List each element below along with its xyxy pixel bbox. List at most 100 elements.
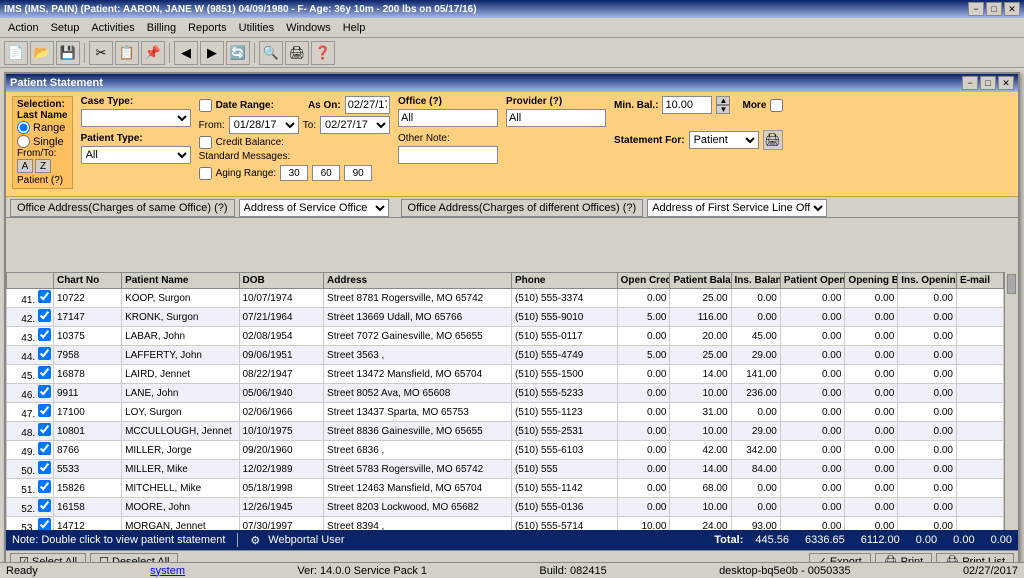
scrollbar[interactable]: [1004, 272, 1018, 530]
more-check[interactable]: [770, 99, 783, 112]
min-bal-up[interactable]: ▲: [716, 96, 730, 105]
other-note-input[interactable]: [398, 146, 498, 164]
table-row[interactable]: 43. 10375 LABAR, John 02/08/1954 Street …: [7, 327, 1004, 346]
office-same-tab[interactable]: Office Address(Charges of same Office) (…: [10, 199, 235, 217]
min-bal-down[interactable]: ▼: [716, 105, 730, 114]
row-checkbox[interactable]: [38, 518, 51, 530]
as-on-input[interactable]: [345, 96, 390, 114]
table-row[interactable]: 41. 10722 KOOP, Surgon 10/07/1974 Street…: [7, 289, 1004, 308]
radio-single-input[interactable]: [17, 135, 30, 148]
radio-range-input[interactable]: [17, 121, 30, 134]
tb-refresh[interactable]: 🔄: [226, 41, 250, 65]
total-open-credit: 445.56: [755, 534, 789, 546]
btn-a[interactable]: A: [17, 159, 33, 173]
tb-open[interactable]: 📂: [30, 41, 54, 65]
date-range-check[interactable]: [199, 99, 212, 112]
menu-help[interactable]: Help: [337, 20, 372, 36]
patient-type-select[interactable]: All: [81, 146, 191, 164]
tb-save[interactable]: 💾: [56, 41, 80, 65]
table-row[interactable]: 51. 15826 MITCHELL, Mike 05/18/1998 Stre…: [7, 479, 1004, 498]
menu-windows[interactable]: Windows: [280, 20, 337, 36]
scrollbar-thumb[interactable]: [1007, 274, 1016, 294]
ps-close-btn[interactable]: ✕: [998, 76, 1014, 90]
col-ins-bal: Ins. Balance: [731, 273, 780, 289]
provider-input[interactable]: [506, 109, 606, 127]
aging-range-check[interactable]: [199, 167, 212, 180]
row-checkbox[interactable]: [38, 404, 51, 417]
aging-30-input[interactable]: [280, 165, 308, 181]
ps-maximize-btn[interactable]: □: [980, 76, 996, 90]
btn-z[interactable]: Z: [35, 159, 51, 173]
from-date-select[interactable]: 01/28/17: [229, 116, 299, 134]
row-checkbox[interactable]: [38, 290, 51, 303]
row-checkbox[interactable]: [38, 423, 51, 436]
address-tabs-row: Office Address(Charges of same Office) (…: [6, 197, 1018, 218]
cell-ins-bal: 0.00: [731, 403, 780, 422]
row-checkbox[interactable]: [38, 385, 51, 398]
table-row[interactable]: 53. 14712 MORGAN, Jennet 07/30/1997 Stre…: [7, 517, 1004, 531]
tb-new[interactable]: 📄: [4, 41, 28, 65]
ps-minimize-btn[interactable]: −: [962, 76, 978, 90]
aging-60-input[interactable]: [312, 165, 340, 181]
table-row[interactable]: 52. 16158 MOORE, John 12/26/1945 Street …: [7, 498, 1004, 517]
row-checkbox[interactable]: [38, 347, 51, 360]
tb-fwd[interactable]: ▶: [200, 41, 224, 65]
tb-help[interactable]: ❓: [311, 41, 335, 65]
statement-for-btn[interactable]: 🖨: [763, 130, 783, 150]
row-checkbox[interactable]: [38, 480, 51, 493]
menu-setup[interactable]: Setup: [45, 20, 86, 36]
cell-ins-open: 0.00: [898, 517, 957, 531]
table-row[interactable]: 44. 7958 LAFFERTY, John 09/06/1951 Stree…: [7, 346, 1004, 365]
table-row[interactable]: 48. 10801 MCCULLOUGH, Jennet 10/10/1975 …: [7, 422, 1004, 441]
maximize-btn[interactable]: □: [986, 2, 1002, 16]
table-row[interactable]: 47. 17100 LOY, Surgon 02/06/1966 Street …: [7, 403, 1004, 422]
minimize-btn[interactable]: −: [968, 2, 984, 16]
credit-balance-check[interactable]: [199, 136, 212, 149]
table-row[interactable]: 45. 16878 LAIRD, Jennet 08/22/1947 Stree…: [7, 365, 1004, 384]
close-btn[interactable]: ✕: [1004, 2, 1020, 16]
office-diff-tab[interactable]: Office Address(Charges of different Offi…: [401, 199, 644, 217]
table-container[interactable]: Chart No Patient Name DOB Address Phone …: [6, 272, 1004, 530]
col-email: E-mail: [956, 273, 1003, 289]
to-date-select[interactable]: 02/27/17: [320, 116, 390, 134]
menu-activities[interactable]: Activities: [85, 20, 140, 36]
table-row[interactable]: 46. 9911 LANE, John 05/06/1940 Street 80…: [7, 384, 1004, 403]
tb-cut[interactable]: ✂: [89, 41, 113, 65]
table-row[interactable]: 42. 17147 KRONK, Surgon 07/21/1964 Stree…: [7, 308, 1004, 327]
min-bal-input[interactable]: [662, 96, 712, 114]
office-diff-select[interactable]: Address of First Service Line Office: [647, 199, 827, 217]
row-checkbox[interactable]: [38, 309, 51, 322]
case-type-select[interactable]: [81, 109, 191, 127]
radio-single[interactable]: Single: [17, 135, 68, 148]
tb-paste[interactable]: 📌: [141, 41, 165, 65]
menu-action[interactable]: Action: [2, 20, 45, 36]
row-checkbox[interactable]: [38, 442, 51, 455]
app-system: system: [150, 565, 185, 577]
tb-search[interactable]: 🔍: [259, 41, 283, 65]
menu-utilities[interactable]: Utilities: [233, 20, 280, 36]
aging-90-input[interactable]: [344, 165, 372, 181]
tb-print[interactable]: 🖨: [285, 41, 309, 65]
statement-for-select[interactable]: Patient: [689, 131, 759, 149]
radio-range[interactable]: Range: [17, 121, 68, 134]
row-checkbox[interactable]: [38, 366, 51, 379]
tb-copy[interactable]: 📋: [115, 41, 139, 65]
provider-label: Provider (?): [506, 96, 606, 107]
table-row[interactable]: 49. 8766 MILLER, Jorge 09/20/1960 Street…: [7, 441, 1004, 460]
office-input[interactable]: [398, 109, 498, 127]
office-same-select[interactable]: Address of Service Office: [239, 199, 389, 217]
menu-billing[interactable]: Billing: [141, 20, 182, 36]
cell-phone: (510) 555: [511, 460, 617, 479]
tb-back[interactable]: ◀: [174, 41, 198, 65]
cell-num: 41.: [7, 289, 54, 308]
row-checkbox[interactable]: [38, 328, 51, 341]
cell-ins-bal: 0.00: [731, 479, 780, 498]
row-checkbox[interactable]: [38, 499, 51, 512]
cell-open: 0.00: [845, 384, 898, 403]
col-ins-open: Ins. Opening Bal.: [898, 273, 957, 289]
menu-reports[interactable]: Reports: [182, 20, 233, 36]
table-row[interactable]: 50. 5533 MILLER, Mike 12/02/1989 Street …: [7, 460, 1004, 479]
row-checkbox[interactable]: [38, 461, 51, 474]
cell-addr: Street 3563 ,: [324, 346, 512, 365]
cell-name: MORGAN, Jennet: [122, 517, 239, 531]
